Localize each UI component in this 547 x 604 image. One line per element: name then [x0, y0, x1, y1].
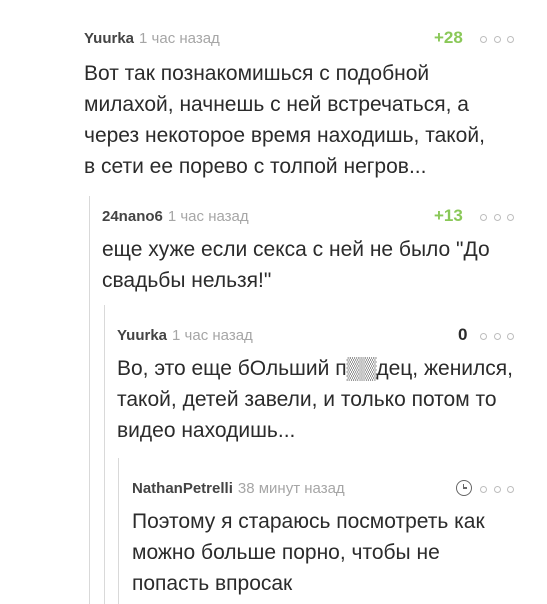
comment: 24nano6 1 час назад +13 еще хуже если сек… [102, 206, 514, 296]
author-name[interactable]: NathanPetrelli [132, 480, 233, 497]
comment-time: 1 час назад [172, 327, 253, 344]
comment-rating: +28 [434, 28, 463, 47]
more-dots-icon[interactable] [480, 211, 514, 223]
comment-text: еще хуже если секса с ней не было "До св… [102, 238, 490, 292]
comment-time: 1 час назад [167, 208, 249, 225]
comment-text: Во, это еще бОльший п▒▒дец, женился, так… [117, 357, 513, 442]
comment-time: 1 час назад [139, 30, 220, 47]
comment: Yuurka 1 час назад 0 Во, это еще бОльший … [117, 325, 514, 446]
comment-author[interactable]: Yuurka 1 час назад [117, 327, 253, 344]
thread-line [104, 305, 105, 604]
clock-icon [456, 480, 472, 496]
more-dots-icon[interactable] [480, 330, 514, 342]
thread-line [118, 458, 119, 604]
comment-rating: +13 [434, 206, 463, 225]
author-name[interactable]: Yuurka [84, 30, 134, 47]
comment-text: Поэтому я стараюсь посмотреть как можно … [132, 510, 485, 595]
thread-line [89, 196, 90, 604]
comment-author[interactable]: 24nano6 1 час назад [102, 208, 249, 225]
comment-author[interactable]: Yuurka 1 час назад [84, 30, 220, 47]
comment-rating: 0 [458, 325, 468, 344]
comment-header: NathanPetrelli 38 минут назад [132, 480, 514, 506]
comment-header: Yuurka 1 час назад 0 [117, 325, 514, 353]
comment: NathanPetrelli 38 минут назад Поэтому я с… [132, 480, 514, 599]
comment-author[interactable]: NathanPetrelli 38 минут назад [132, 480, 345, 497]
comment-time: 38 минут назад [237, 480, 345, 497]
more-dots-icon[interactable] [480, 483, 514, 495]
author-name[interactable]: 24nano6 [102, 208, 163, 225]
comment-header: 24nano6 1 час назад +13 [102, 206, 514, 234]
comment-header: Yuurka 1 час назад +28 [84, 28, 514, 56]
comment: Yuurka 1 час назад +28 Вот так познакомиш… [84, 28, 514, 182]
comment-text: Вот так познакомишься с подобной милахой… [84, 62, 485, 178]
author-name[interactable]: Yuurka [117, 327, 167, 344]
more-dots-icon[interactable] [480, 33, 514, 45]
